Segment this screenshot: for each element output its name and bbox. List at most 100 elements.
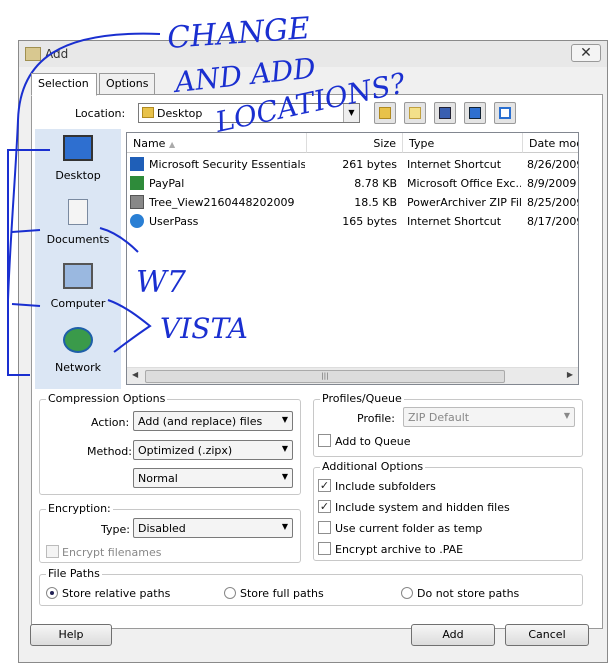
new-folder-button[interactable] [404,102,426,124]
action-value: Add (and replace) files [138,415,263,428]
network-icon [63,327,93,353]
no-paths-radio[interactable] [401,587,413,599]
zip-icon [130,195,144,209]
location-value: Desktop [157,107,203,120]
action-label: Action: [91,416,130,429]
place-label: Computer [50,297,106,310]
file-type: Microsoft Office Exc... [407,177,521,190]
table-row[interactable]: PayPal 8.78 KB Microsoft Office Exc... 8… [127,174,578,193]
desktop-icon [63,135,93,161]
encrypt-filenames-label: Encrypt filenames [62,546,162,559]
mse-icon [130,157,144,171]
encryption-type-select[interactable]: Disabled ▼ [133,518,293,538]
add-dialog: Add ✕ Selection Options Location: Deskto… [18,40,608,663]
view-menu-button[interactable] [494,102,516,124]
tab-selection[interactable]: Selection [31,73,97,96]
place-network[interactable]: Network [35,321,121,381]
file-name: UserPass [149,215,199,228]
favorites-button[interactable] [434,102,456,124]
sort-ascending-icon: ▲ [168,140,176,149]
group-title: File Paths [46,567,102,580]
encrypt-filenames-checkbox[interactable] [46,545,59,558]
place-label: Documents [46,233,110,246]
new-folder-icon [409,107,421,119]
table-row[interactable]: Microsoft Security Essentials 261 bytes … [127,155,579,174]
type-label: Type: [101,523,130,536]
level-select[interactable]: Normal ▼ [133,468,293,488]
store-relative-radio[interactable] [46,587,58,599]
file-type: PowerArchiver ZIP File [407,196,521,209]
folder-icon [142,107,154,118]
store-full-radio[interactable] [224,587,236,599]
include-hidden-checkbox[interactable]: ✓ [318,500,331,513]
place-label: Desktop [55,169,101,182]
group-title: Profiles/Queue [320,392,404,405]
file-size: 18.5 KB [354,196,397,209]
add-button[interactable]: Add [411,624,495,646]
table-row[interactable]: Tree_View2160448202009 18.5 KB PowerArch… [127,193,579,212]
method-value: Optimized (.zipx) [138,444,233,457]
tab-options[interactable]: Options [99,73,155,95]
file-date: 8/17/2009 [527,215,579,228]
group-title: Encryption: [46,502,113,515]
file-size: 8.78 KB [354,177,397,190]
file-type: Internet Shortcut [407,215,502,228]
method-select[interactable]: Optimized (.zipx) ▼ [133,440,293,460]
profile-select[interactable]: ZIP Default ▼ [403,407,575,427]
file-name: Tree_View2160448202009 [149,196,295,209]
use-current-folder-label: Use current folder as temp [335,522,483,535]
table-row[interactable]: UserPass 165 bytes Internet Shortcut 8/1… [127,212,579,231]
window-title: Add [45,47,69,61]
up-folder-button[interactable] [374,102,396,124]
chevron-down-icon: ▼ [281,444,288,453]
scrollbar-thumb[interactable]: ||| [145,370,505,383]
add-to-queue-label: Add to Queue [335,435,411,448]
file-date: 8/25/2009 [527,196,579,209]
add-to-queue-checkbox[interactable] [318,434,331,447]
place-computer[interactable]: Computer [35,257,121,317]
include-subfolders-checkbox[interactable]: ✓ [318,479,331,492]
profile-label: Profile: [357,412,395,425]
up-folder-icon [379,107,391,119]
method-label: Method: [87,445,132,458]
profile-value: ZIP Default [408,411,470,424]
encryption-type-value: Disabled [138,522,186,535]
favorites-icon [439,107,451,119]
file-list[interactable]: Name ▲ Size Type Date mod Microsoft Secu… [126,132,579,385]
level-value: Normal [138,472,178,485]
chevron-down-icon: ▼ [281,522,288,531]
computer-icon [63,263,93,289]
place-desktop[interactable]: Desktop [35,129,121,189]
column-header-date[interactable]: Date mod [523,133,578,153]
include-hidden-label: Include system and hidden files [335,501,510,514]
chevron-down-icon: ▼ [563,411,570,420]
column-header-type[interactable]: Type [403,133,523,153]
file-size: 165 bytes [342,215,397,228]
documents-icon [68,199,88,225]
excel-icon [130,176,144,190]
help-button[interactable]: Help [30,624,112,646]
column-label: Name [133,137,166,150]
encrypt-pae-checkbox[interactable] [318,542,331,555]
chevron-down-icon[interactable]: ▼ [343,104,359,122]
use-current-folder-checkbox[interactable] [318,521,331,534]
action-select[interactable]: Add (and replace) files ▼ [133,411,293,431]
close-button[interactable]: ✕ [571,44,601,62]
file-date: 8/26/2009 [527,158,579,171]
chevron-down-icon: ▼ [281,472,288,481]
location-combo[interactable]: Desktop ▼ [138,103,360,123]
view-icon [499,107,511,119]
column-header-name[interactable]: Name ▲ [127,133,307,153]
store-relative-label: Store relative paths [62,587,171,600]
title-bar: Add ✕ [19,41,607,67]
place-documents[interactable]: Documents [35,193,121,253]
app-icon [25,47,41,61]
scroll-left-icon[interactable]: ◀ [132,370,138,379]
column-header-size[interactable]: Size [307,133,403,153]
cancel-button[interactable]: Cancel [505,624,589,646]
horizontal-scrollbar[interactable]: ◀ ||| ▶ [127,367,578,384]
file-name: PayPal [149,177,185,190]
scroll-right-icon[interactable]: ▶ [567,370,573,379]
no-paths-label: Do not store paths [417,587,520,600]
desktop-button[interactable] [464,102,486,124]
